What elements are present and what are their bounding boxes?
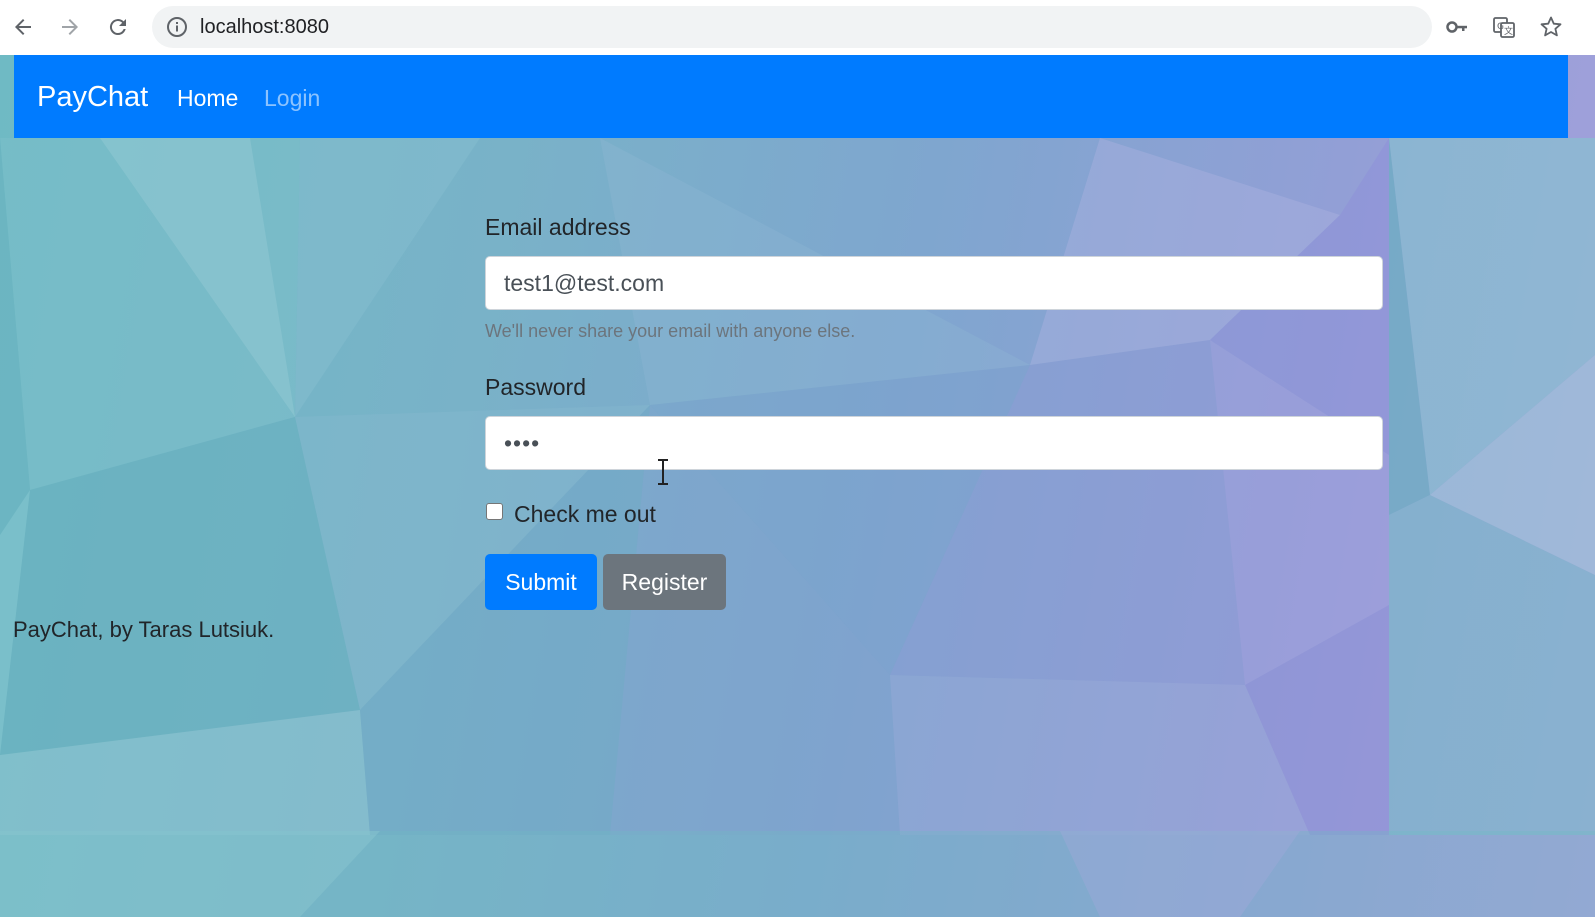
text-cursor-icon [658, 459, 668, 485]
email-value: test1@test.com [504, 269, 665, 296]
info-icon[interactable] [166, 16, 188, 38]
svg-text:G: G [1497, 22, 1504, 32]
password-label: Password [485, 374, 586, 400]
back-button[interactable] [8, 10, 38, 44]
nav-link-login[interactable]: Login [264, 85, 320, 112]
key-icon[interactable] [1442, 12, 1472, 42]
address-bar[interactable]: localhost:8080 [152, 6, 1432, 48]
back-arrow-icon [15, 19, 31, 35]
forward-arrow-icon [62, 19, 78, 35]
page-content: PayChat Home Login Email address test1@t… [0, 55, 1595, 917]
password-field[interactable]: •••• [485, 416, 1383, 470]
email-label: Email address [485, 214, 631, 240]
star-icon[interactable] [1536, 12, 1566, 42]
reload-button[interactable] [103, 10, 133, 44]
reload-icon [109, 19, 126, 36]
top-navbar: PayChat Home Login [14, 55, 1568, 138]
forward-button[interactable] [55, 10, 85, 44]
svg-text:文: 文 [1504, 25, 1513, 37]
brand-logo-text[interactable]: PayChat [37, 81, 148, 114]
check-me-out-checkbox[interactable] [486, 503, 503, 520]
browser-toolbar: localhost:8080 G 文 [0, 0, 1595, 55]
submit-button[interactable]: Submit [485, 554, 597, 610]
footer-credit: PayChat, by Taras Lutsiuk. [13, 617, 275, 642]
background-pattern [0, 138, 1595, 917]
checkbox-label[interactable]: Check me out [514, 501, 656, 528]
translate-icon[interactable]: G 文 [1489, 12, 1519, 42]
url-text[interactable]: localhost:8080 [200, 16, 329, 39]
nav-link-home[interactable]: Home [177, 85, 238, 112]
email-help-text: We'll never share your email with anyone… [485, 321, 856, 341]
email-field[interactable]: test1@test.com [485, 256, 1383, 310]
password-value: •••• [504, 429, 541, 456]
loading-bar [0, 0, 370, 3]
register-button[interactable]: Register [603, 554, 726, 610]
